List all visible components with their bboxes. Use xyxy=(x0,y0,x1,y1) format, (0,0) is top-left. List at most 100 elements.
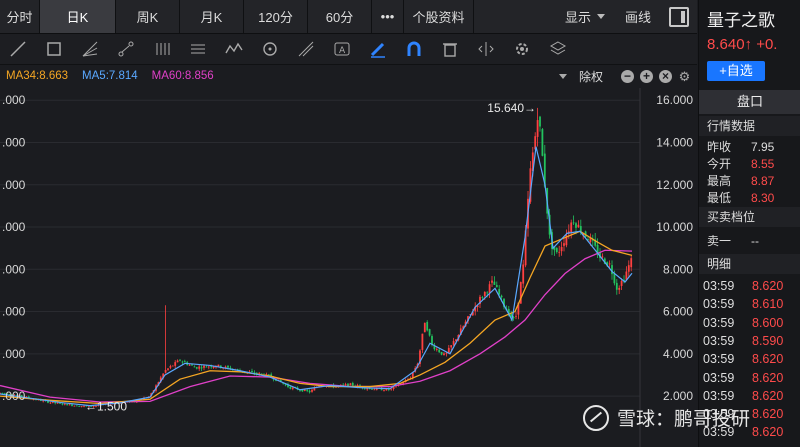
line-tool-icon[interactable] xyxy=(0,34,36,64)
more-tabs-button[interactable]: ••• xyxy=(372,0,404,33)
candle-body xyxy=(193,366,196,368)
quote-section-header: 行情数据 xyxy=(699,116,800,136)
stock-price: 8.640↑ +0. xyxy=(707,36,778,53)
measure-tool-icon[interactable] xyxy=(468,34,504,64)
candle-body xyxy=(428,329,431,336)
candle-body xyxy=(515,315,517,317)
candle-body xyxy=(183,361,186,363)
quote-label: 最低 xyxy=(707,191,732,205)
tick-row: 03:59 8.620 xyxy=(703,277,800,295)
node-tool-icon[interactable] xyxy=(108,34,144,64)
zoom-out-icon[interactable]: − xyxy=(621,69,634,83)
candle-body xyxy=(488,284,491,293)
watermark: 雪球：鹏哥投研 xyxy=(583,404,750,431)
indicator-dropdown-icon[interactable] xyxy=(558,73,567,79)
pitchfork-tool-icon[interactable] xyxy=(288,34,324,64)
draw-line-button[interactable]: 画线 xyxy=(615,7,661,26)
candle-body xyxy=(421,333,424,350)
candle-body xyxy=(73,405,76,407)
candle-body xyxy=(303,389,306,391)
trash-icon[interactable] xyxy=(432,34,468,64)
tab-60min[interactable]: 60分 xyxy=(308,0,372,33)
candle-body xyxy=(311,389,313,392)
candle-body xyxy=(308,390,311,393)
kline-chart[interactable]: 16.000 14.000 12.000 10.000 8.000 6.000 4.000 2… xyxy=(0,88,697,447)
candle-body xyxy=(608,263,611,265)
ma60-label: MA60 xyxy=(151,70,182,82)
text-lines-tool-icon[interactable] xyxy=(180,34,216,64)
ma60-value: 8.856 xyxy=(184,70,214,82)
candle-body xyxy=(179,359,181,361)
candle-body xyxy=(443,353,445,356)
panel-header[interactable]: 盘口 xyxy=(699,90,800,114)
ma34-value: 8.663 xyxy=(39,70,69,82)
candle-body xyxy=(49,402,52,404)
candle-body xyxy=(627,265,630,272)
tab-monthly-k[interactable]: 月K xyxy=(180,0,244,33)
candle-body xyxy=(191,364,193,366)
candle-body xyxy=(445,352,448,354)
layers-icon[interactable] xyxy=(540,34,576,64)
y-tick-label-left: .000 xyxy=(2,262,26,276)
wave-tool-icon[interactable] xyxy=(216,34,252,64)
bars-tool-icon[interactable] xyxy=(144,34,180,64)
fan-tool-icon[interactable] xyxy=(72,34,108,64)
candle-body xyxy=(205,366,208,368)
candle-body xyxy=(176,360,179,363)
chevron-down-icon xyxy=(596,14,605,19)
text-tool-icon[interactable]: A xyxy=(324,34,360,64)
candle-body xyxy=(207,366,210,368)
ask-one-label: 卖一 xyxy=(707,234,732,248)
candle-body xyxy=(570,222,573,232)
tab-daily-k[interactable]: 日K xyxy=(40,0,116,33)
y-tick-label-left: .000 xyxy=(2,93,26,107)
tick-price: 8.620 xyxy=(752,279,784,293)
top-right-controls: 显示 画线 xyxy=(555,0,697,33)
pen-tool-icon[interactable] xyxy=(360,34,396,64)
drawing-toolbar: A xyxy=(0,34,697,65)
snowball-logo-icon xyxy=(583,404,609,431)
tab-intraday[interactable]: 分时 xyxy=(0,0,40,33)
gear-icon[interactable] xyxy=(504,34,540,64)
tick-time: 03:59 xyxy=(703,315,735,330)
candle-body xyxy=(203,365,205,368)
candle-body xyxy=(59,403,61,404)
adjust-button[interactable]: 除权 xyxy=(579,68,603,85)
settings-icon[interactable]: ⚙ xyxy=(678,70,691,83)
close-icon[interactable]: × xyxy=(659,69,672,83)
candle-body xyxy=(75,405,78,407)
add-watchlist-button[interactable]: +自选 xyxy=(707,61,765,81)
candle-body xyxy=(440,351,443,355)
candle-body xyxy=(195,367,198,369)
candle-body xyxy=(217,364,220,367)
candle-body xyxy=(522,264,525,284)
quote-row: 昨收 7.95 xyxy=(707,139,800,155)
indicator-bar: MA34:8.663 MA5:7.814 MA60:8.856 除权 − + ×… xyxy=(0,65,697,87)
candle-body xyxy=(491,280,493,283)
y-tick-label-left: .000 xyxy=(2,305,26,319)
candle-body xyxy=(174,362,177,366)
tab-weekly-k[interactable]: 周K xyxy=(116,0,180,33)
stock-name: 量子之歌 xyxy=(707,11,775,30)
candle-body xyxy=(210,366,213,368)
candle-body xyxy=(289,386,292,389)
candle-body xyxy=(615,282,618,290)
tick-time: 03:59 xyxy=(703,297,735,312)
candle-body xyxy=(572,222,575,224)
magnet-tool-icon[interactable] xyxy=(396,34,432,64)
candle-body xyxy=(351,382,354,386)
rect-tool-icon[interactable] xyxy=(36,34,72,64)
tab-120min[interactable]: 120分 xyxy=(244,0,308,33)
svg-text:A: A xyxy=(339,46,346,56)
cycle-tool-icon[interactable] xyxy=(252,34,288,64)
candle-body xyxy=(618,287,621,290)
display-dropdown[interactable]: 显示 xyxy=(555,7,615,26)
ma34-readout: MA34:8.663 xyxy=(6,70,69,82)
candle-body xyxy=(536,120,539,137)
tab-stock-profile[interactable]: 个股资料 xyxy=(404,0,474,33)
panel-toggle-icon[interactable] xyxy=(669,6,689,27)
candle-body xyxy=(452,341,455,345)
zoom-in-icon[interactable]: + xyxy=(640,69,653,83)
candle-body xyxy=(435,349,438,350)
quote-value: 8.87 xyxy=(751,174,775,188)
